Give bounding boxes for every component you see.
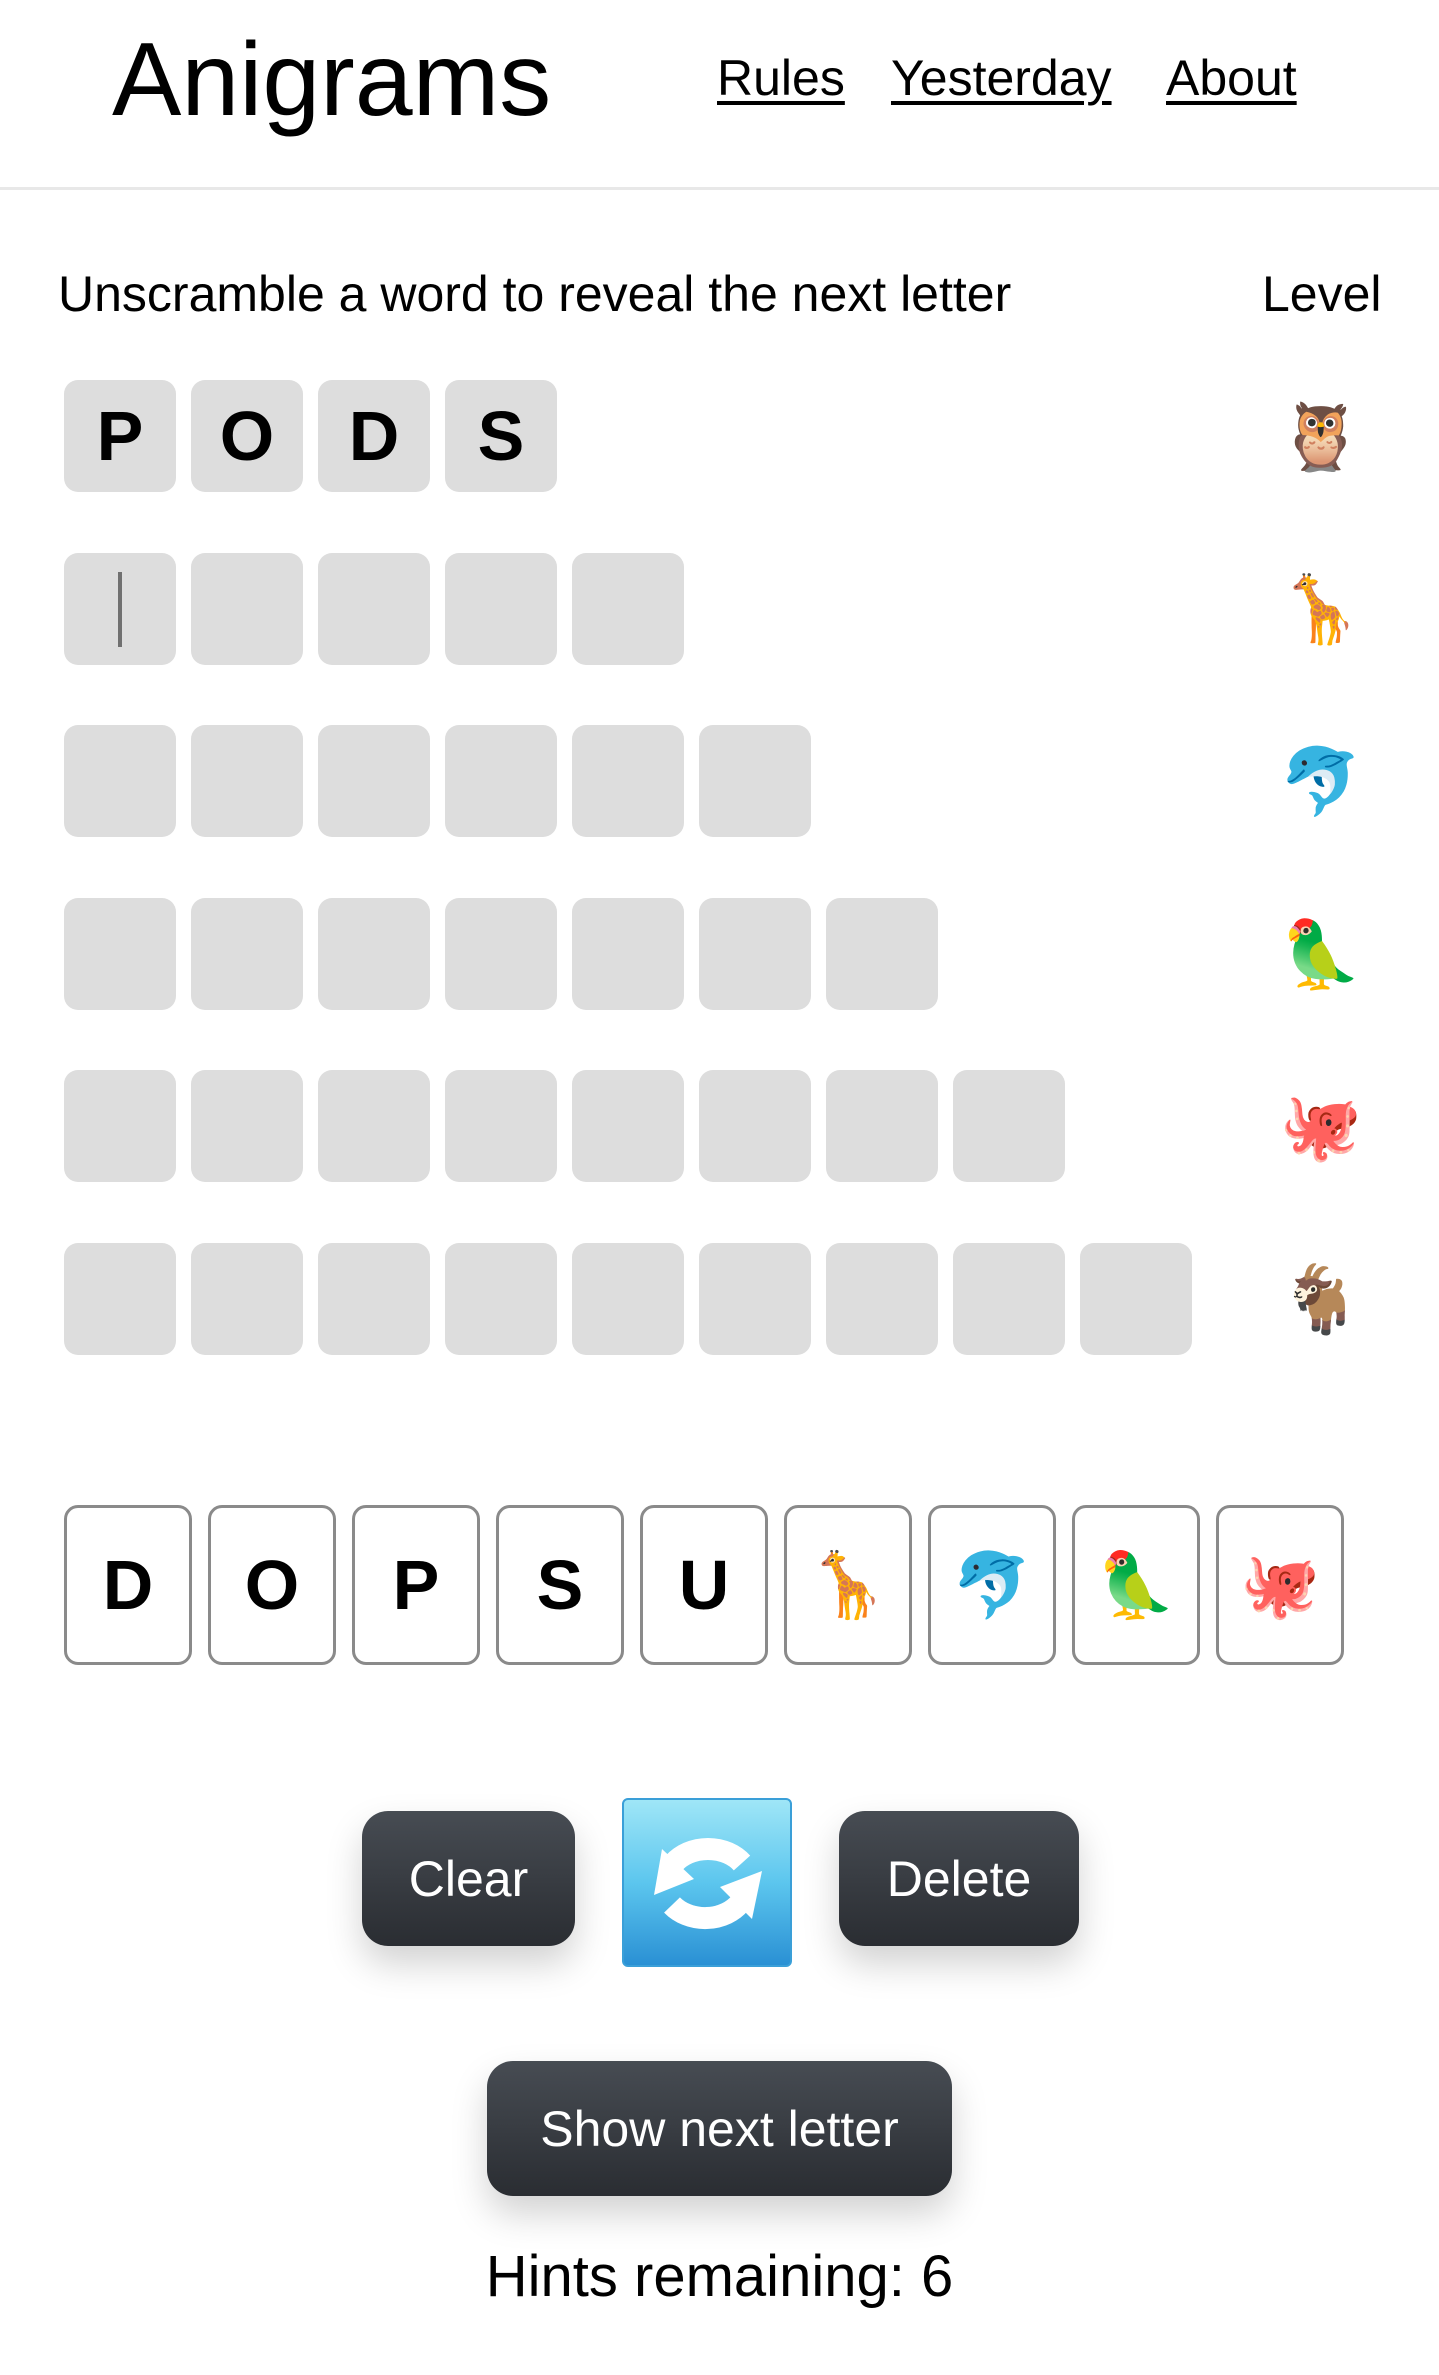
letter-tile[interactable]	[64, 1070, 176, 1182]
key-octopus-icon[interactable]: 🐙	[1216, 1505, 1344, 1665]
letter-tile[interactable]	[191, 1070, 303, 1182]
letter-tile[interactable]: D	[318, 380, 430, 492]
letter-tile[interactable]	[953, 1070, 1065, 1182]
letter-tile[interactable]	[191, 1243, 303, 1355]
key-letter-d[interactable]: D	[64, 1505, 192, 1665]
letter-tile[interactable]: O	[191, 380, 303, 492]
word-row-6	[64, 1243, 1192, 1355]
letter-tile[interactable]	[445, 898, 557, 1010]
key-letter-s[interactable]: S	[496, 1505, 624, 1665]
letter-tile[interactable]	[191, 553, 303, 665]
word-row-3	[64, 725, 811, 837]
letter-tile[interactable]	[572, 725, 684, 837]
parrot-icon: 🦜	[1279, 917, 1363, 991]
octopus-icon: 🐙	[1279, 1089, 1363, 1163]
letter-tile[interactable]	[572, 898, 684, 1010]
owl-icon: 🦉	[1279, 399, 1363, 473]
nav-rules-link[interactable]: Rules	[717, 46, 845, 110]
key-letter-u[interactable]: U	[640, 1505, 768, 1665]
letter-tile[interactable]: S	[445, 380, 557, 492]
letter-tile[interactable]	[445, 725, 557, 837]
letter-tile[interactable]	[699, 1070, 811, 1182]
letter-tile[interactable]	[699, 1243, 811, 1355]
header: Anigrams Rules Yesterday About	[0, 0, 1439, 190]
key-dolphin-icon[interactable]: 🐬	[928, 1505, 1056, 1665]
word-row-4	[64, 898, 938, 1010]
level-column-label: Level	[1262, 266, 1382, 322]
tile-letter: P	[96, 397, 144, 475]
letter-tile[interactable]	[64, 553, 176, 665]
tile-letter: O	[219, 397, 275, 475]
letter-tile[interactable]	[826, 1070, 938, 1182]
nav-yesterday-link[interactable]: Yesterday	[891, 46, 1112, 110]
show-next-letter-button[interactable]: Show next letter	[487, 2061, 952, 2196]
key-giraffe-icon[interactable]: 🦒	[784, 1505, 912, 1665]
dolphin-icon: 🐬	[1279, 744, 1363, 818]
letter-tile[interactable]	[64, 898, 176, 1010]
letter-tile[interactable]	[64, 1243, 176, 1355]
key-parrot-icon[interactable]: 🦜	[1072, 1505, 1200, 1665]
letter-tile[interactable]	[1080, 1243, 1192, 1355]
hints-remaining-text: Hints remaining: 6	[485, 2244, 954, 2309]
letter-tile[interactable]	[191, 725, 303, 837]
word-row-2	[64, 553, 684, 665]
nav-about-link[interactable]: About	[1166, 46, 1297, 110]
letter-tile[interactable]	[445, 1070, 557, 1182]
letter-tile[interactable]	[318, 1243, 430, 1355]
letter-tile[interactable]	[572, 1070, 684, 1182]
shuffle-button[interactable]	[622, 1798, 792, 1967]
letter-tile[interactable]	[572, 553, 684, 665]
letter-tile[interactable]	[699, 725, 811, 837]
letter-tile[interactable]	[318, 1070, 430, 1182]
word-row-1: PODS	[64, 380, 557, 492]
letter-tile[interactable]: P	[64, 380, 176, 492]
letter-tile[interactable]	[699, 898, 811, 1010]
letter-tile[interactable]	[445, 1243, 557, 1355]
letter-tile[interactable]	[953, 1243, 1065, 1355]
clear-button[interactable]: Clear	[362, 1811, 575, 1946]
letter-tile[interactable]	[318, 553, 430, 665]
letter-tile[interactable]	[191, 898, 303, 1010]
word-row-5	[64, 1070, 1065, 1182]
letter-tile[interactable]	[572, 1243, 684, 1355]
letter-tile[interactable]	[318, 725, 430, 837]
giraffe-icon: 🦒	[1279, 572, 1363, 646]
letter-tile[interactable]	[826, 898, 938, 1010]
text-cursor	[118, 571, 122, 647]
tile-letter: S	[477, 397, 525, 475]
letter-tile[interactable]	[64, 725, 176, 837]
instructions-text: Unscramble a word to reveal the next let…	[58, 266, 1012, 322]
goat-icon: 🐐	[1279, 1262, 1363, 1336]
key-letter-o[interactable]: O	[208, 1505, 336, 1665]
delete-button[interactable]: Delete	[839, 1811, 1079, 1946]
shuffle-icon	[654, 1837, 762, 1929]
tile-letter: D	[348, 397, 400, 475]
letter-tile[interactable]	[445, 553, 557, 665]
key-letter-p[interactable]: P	[352, 1505, 480, 1665]
letter-tile[interactable]	[318, 898, 430, 1010]
letter-tile[interactable]	[826, 1243, 938, 1355]
app-title: Anigrams	[112, 22, 552, 138]
letter-bank: D O P S U 🦒 🐬 🦜 🐙	[64, 1505, 1344, 1665]
